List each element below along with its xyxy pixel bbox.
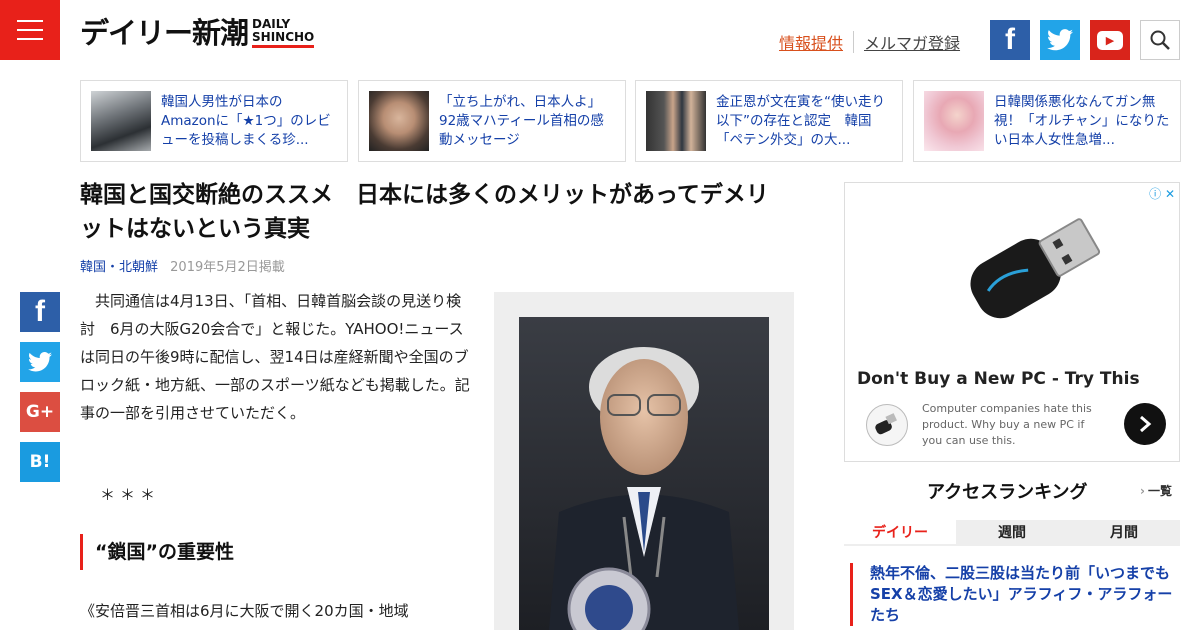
related-card-title: 「立ち上がれ、日本人よ」 92歳マハティール首相の感動メッセージ	[439, 93, 608, 148]
hamburger-menu-button[interactable]	[0, 0, 60, 60]
twitter-icon	[1047, 29, 1073, 51]
twitter-header-button[interactable]	[1040, 20, 1080, 60]
publish-date: 2019年5月2日掲載	[170, 260, 285, 275]
menu-bar	[17, 29, 43, 31]
tab-monthly[interactable]: 月間	[1068, 520, 1180, 544]
ranking-all-label: 一覧	[1147, 484, 1172, 498]
usb-dongle-icon	[875, 413, 897, 435]
article-quote: 《安倍晋三首相は6月に大阪で開く20カ国・地域	[80, 602, 409, 620]
menu-bar	[17, 38, 43, 40]
related-thumbnail-leaders	[646, 91, 706, 151]
ranking-title: アクセスランキング	[927, 482, 1088, 503]
tab-weekly[interactable]: 週間	[956, 520, 1068, 544]
site-logo[interactable]: デイリー新潮 DAILY SHINCHO	[80, 16, 315, 50]
header-divider	[853, 31, 855, 53]
youtube-play-glyph: ▶	[1105, 33, 1115, 47]
youtube-header-button[interactable]: ▶	[1090, 20, 1130, 60]
chevron-right-icon	[1140, 415, 1152, 433]
chevron-right-icon: ›	[1140, 484, 1145, 498]
logo-japanese: デイリー新潮	[80, 16, 249, 50]
facebook-icon: f	[1005, 23, 1015, 56]
ad-headline[interactable]: Don't Buy a New PC - Try This	[857, 369, 1140, 389]
related-thumbnail-portrait	[369, 91, 429, 151]
share-twitter-button[interactable]	[20, 342, 60, 382]
speaker-photo-illustration	[519, 317, 769, 630]
ranking-item[interactable]: 熱年不倫、二股三股は当たり前「いつまでもSEX＆恋愛したい」アラフィフ・アラフォ…	[850, 563, 1180, 626]
ad-go-button[interactable]	[1124, 403, 1166, 445]
share-facebook-button[interactable]: f	[20, 292, 60, 332]
newsletter-link[interactable]: メルマガ登録	[864, 30, 960, 54]
header-links: 情報提供 メルマガ登録	[779, 30, 960, 54]
youtube-icon: ▶	[1097, 30, 1123, 50]
article-title: 韓国と国交断絶のススメ 日本には多くのメリットがあってデメリットはないという真実	[80, 182, 769, 242]
ranking-all-link[interactable]: › 一覧	[1140, 482, 1172, 499]
ad-description: Computer companies hate this product. Wh…	[922, 402, 1092, 447]
logo-english: DAILY SHINCHO	[252, 18, 315, 48]
related-card[interactable]: 日韓関係悪化なんてガン無視！「オルチャン」になりたい日本人女性急増...	[913, 80, 1181, 162]
share-googleplus-button[interactable]: G+	[20, 392, 60, 432]
related-card[interactable]: 「立ち上がれ、日本人よ」 92歳マハティール首相の感動メッセージ	[358, 80, 626, 162]
related-thumbnail-keyboard	[91, 91, 151, 151]
article-subheading: “鎖国”の重要性	[80, 534, 234, 570]
usb-dongle-image	[970, 218, 1101, 319]
menu-bar	[17, 20, 43, 22]
related-card[interactable]: 韓国人男性が日本のAmazonに「★1つ」のレビューを投稿しまくる珍...	[80, 80, 348, 162]
search-icon	[1150, 30, 1170, 50]
category-link[interactable]: 韓国・北朝鮮	[80, 260, 158, 275]
logo-english-line2: SHINCHO	[252, 30, 315, 44]
googleplus-icon: G+	[25, 402, 55, 422]
info-submit-link[interactable]: 情報提供	[779, 30, 843, 54]
sidebar-ad[interactable]: ⓘ ✕ Don't Buy a New PC - Try This Comput…	[844, 182, 1180, 462]
article-body: 共同通信は4月13日、「首相、日韓首脳会談の見送り検討 6月の大阪G20会合で」…	[80, 292, 470, 422]
article-photo	[519, 317, 769, 630]
related-thumbnail-woman	[924, 91, 984, 151]
related-card-title: 日韓関係悪化なんてガン無視！「オルチャン」になりたい日本人女性急増...	[994, 93, 1170, 148]
article-meta: 韓国・北朝鮮 2019年5月2日掲載	[80, 256, 285, 275]
twitter-icon	[28, 352, 52, 372]
ranking-tabs: デイリー 週間 月間	[844, 520, 1180, 546]
section-divider: ＊＊＊	[100, 486, 161, 504]
share-hatena-button[interactable]: B!	[20, 442, 60, 482]
facebook-icon: f	[35, 295, 45, 328]
adchoices-icon[interactable]: ⓘ ✕	[1149, 185, 1175, 202]
hatena-bookmark-icon: B!	[29, 452, 51, 472]
related-card[interactable]: 金正恩が文在寅を“使い走り以下”の存在と認定 韓国「ペテン外交」の大...	[635, 80, 903, 162]
search-button[interactable]	[1140, 20, 1180, 60]
ad-thumbnail	[866, 404, 908, 446]
facebook-header-button[interactable]: f	[990, 20, 1030, 60]
tab-daily[interactable]: デイリー	[844, 520, 956, 544]
related-card-title: 韓国人男性が日本のAmazonに「★1つ」のレビューを投稿しまくる珍...	[161, 93, 331, 148]
related-card-title: 金正恩が文在寅を“使い走り以下”の存在と認定 韓国「ペテン外交」の大...	[716, 93, 885, 148]
